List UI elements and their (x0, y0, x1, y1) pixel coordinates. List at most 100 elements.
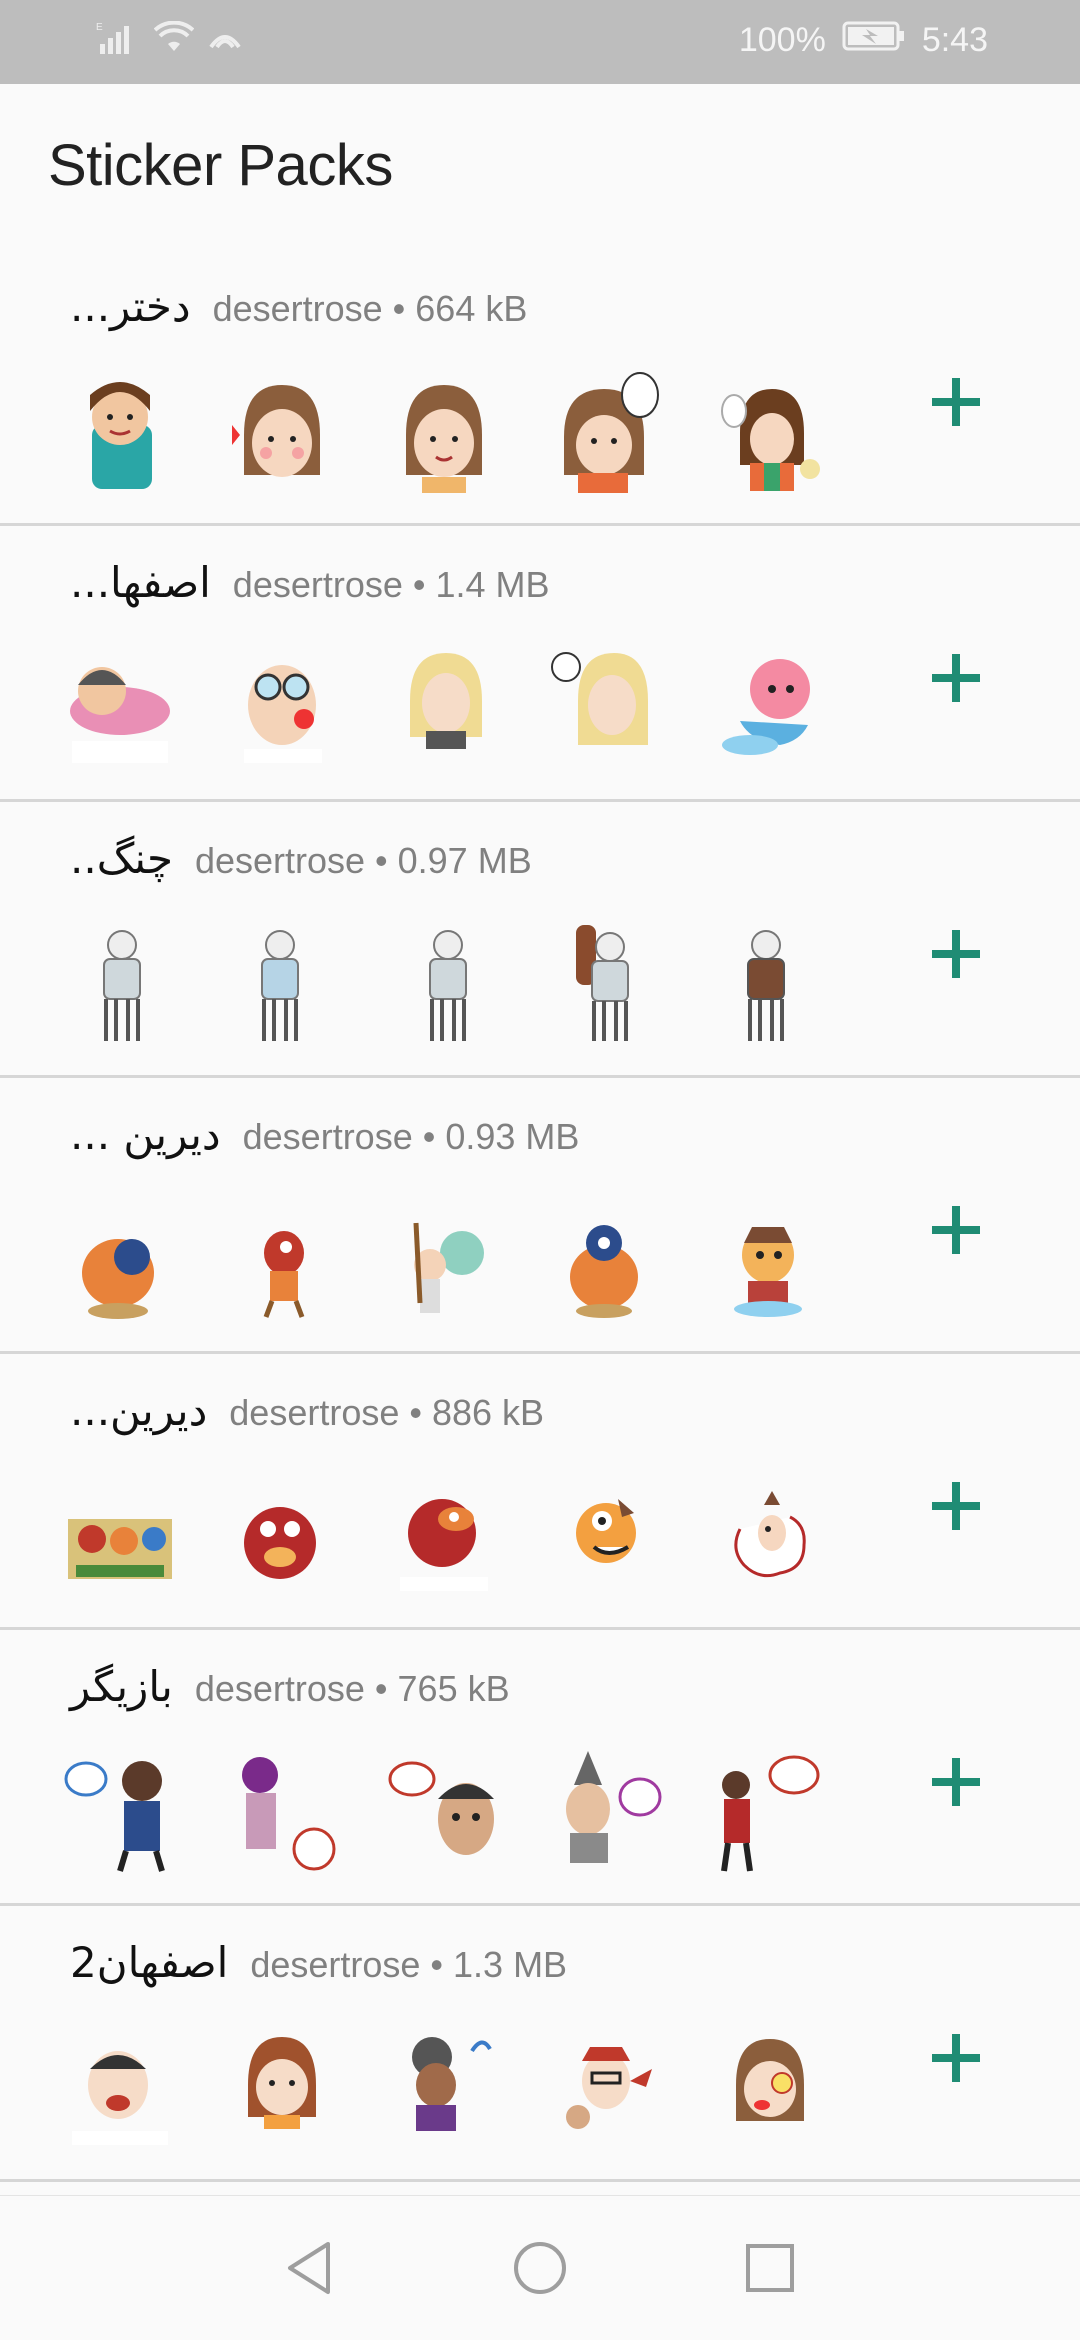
plus-icon (932, 1758, 980, 1806)
battery-icon (842, 20, 906, 61)
meta-separator: • (430, 1944, 444, 1985)
sticker-pack-row[interactable]: چنگ.. desertrose • 0.97 MB (0, 802, 1080, 1078)
sticker-thumbnail (386, 1745, 502, 1877)
pack-name: اصفهان2 (70, 1938, 229, 1987)
sticker-thumbnail (62, 1193, 178, 1325)
add-to-whatsapp-button[interactable] (924, 370, 988, 434)
sticker-thumbnail (224, 1469, 340, 1601)
sticker-thumbnail (224, 1193, 340, 1325)
sticker-thumbnail (710, 1193, 826, 1325)
add-to-whatsapp-button[interactable] (924, 922, 988, 986)
add-to-whatsapp-button[interactable] (924, 646, 988, 710)
sticker-pack-row[interactable]: دیرین ... desertrose • 0.93 MB (0, 1078, 1080, 1354)
meta-separator: • (412, 564, 426, 605)
sticker-thumbnail (224, 2021, 340, 2153)
pack-meta: desertrose • 886 kB (229, 1392, 544, 1434)
sticker-thumbnail (62, 641, 178, 773)
sticker-thumbnail (710, 1469, 826, 1601)
pack-header: دیرین ... desertrose • 0.93 MB (70, 1110, 579, 1159)
sticker-thumbnail (224, 1745, 340, 1877)
sticker-thumbnail (548, 2021, 664, 2153)
sticker-thumbnail (386, 641, 502, 773)
add-to-whatsapp-button[interactable] (924, 2026, 988, 2090)
sticker-thumbnail (62, 1745, 178, 1877)
system-nav-bar (0, 2195, 1080, 2340)
sticker-thumbnail (548, 1193, 664, 1325)
pack-size: 886 kB (431, 1392, 545, 1433)
plus-icon (932, 930, 980, 978)
sticker-thumbnail (224, 641, 340, 773)
pack-header: دیرین... desertrose • 886 kB (70, 1386, 544, 1435)
sticker-thumbnail (548, 917, 664, 1049)
pack-size: 1.4 MB (435, 564, 550, 605)
wifi-icon (153, 20, 195, 60)
pack-publisher: desertrose (194, 840, 366, 881)
sticker-preview-strip (62, 1469, 826, 1601)
pack-header: اصفها... desertrose • 1.4 MB (70, 558, 550, 607)
sticker-pack-list[interactable]: دختر... desertrose • 664 kB اصفها... des… (0, 250, 1080, 2182)
sticker-preview-strip (62, 1745, 826, 1877)
sticker-thumbnail (548, 1745, 664, 1877)
pack-size: 0.93 MB (445, 1116, 580, 1157)
status-bar: E 100% 5:43 (0, 0, 1080, 84)
pack-publisher: desertrose (194, 1668, 365, 1709)
pack-header: دختر... desertrose • 664 kB (70, 282, 527, 331)
battery-percent: 100% (738, 21, 826, 59)
sticker-thumbnail (710, 365, 826, 497)
add-to-whatsapp-button[interactable] (924, 1474, 988, 1538)
status-icons: E (96, 20, 242, 61)
sticker-thumbnail (224, 917, 340, 1049)
pack-size: 765 kB (397, 1668, 510, 1709)
pack-meta: desertrose • 0.93 MB (243, 1116, 580, 1158)
recents-button[interactable] (738, 2236, 802, 2300)
sticker-preview-strip (62, 641, 826, 773)
home-button[interactable] (508, 2236, 572, 2300)
plus-icon (932, 1206, 980, 1254)
sticker-thumbnail (386, 1469, 502, 1601)
pack-name: دختر... (70, 282, 191, 331)
sticker-thumbnail (710, 641, 826, 773)
pack-header: چنگ.. desertrose • 0.97 MB (70, 834, 532, 883)
add-to-whatsapp-button[interactable] (924, 1198, 988, 1262)
pack-publisher: desertrose (250, 1944, 421, 1985)
plus-icon (932, 378, 980, 426)
sticker-thumbnail (62, 1469, 178, 1601)
pack-publisher: desertrose (229, 1392, 400, 1433)
pack-size: 1.3 MB (453, 1944, 568, 1985)
pack-name: اصفها... (70, 558, 211, 607)
pack-name: چنگ.. (70, 834, 173, 883)
pack-name: دیرین ... (70, 1110, 221, 1159)
sticker-thumbnail (710, 917, 826, 1049)
sticker-thumbnail (62, 365, 178, 497)
sticker-pack-row[interactable]: دیرین... desertrose • 886 kB (0, 1354, 1080, 1630)
sticker-pack-row[interactable]: دختر... desertrose • 664 kB (0, 250, 1080, 526)
pack-size: 664 kB (415, 288, 528, 329)
pack-meta: desertrose • 664 kB (213, 288, 528, 330)
sticker-thumbnail (62, 917, 178, 1049)
meta-separator: • (374, 1668, 388, 1709)
sticker-pack-row[interactable]: بازیگر desertrose • 765 kB (0, 1630, 1080, 1906)
sticker-pack-row[interactable]: اصفهان2 desertrose • 1.3 MB (0, 1906, 1080, 2182)
sticker-thumbnail (710, 2021, 826, 2153)
sticker-thumbnail (62, 2021, 178, 2153)
pack-name: دیرین... (70, 1386, 208, 1435)
pack-header: اصفهان2 desertrose • 1.3 MB (70, 1938, 567, 1987)
back-triangle-icon (288, 2242, 330, 2294)
pack-publisher: desertrose (242, 1116, 413, 1157)
pack-meta: desertrose • 0.97 MB (195, 840, 532, 882)
add-to-whatsapp-button[interactable] (924, 1750, 988, 1814)
sticker-thumbnail (548, 641, 664, 773)
svg-text:E: E (96, 22, 103, 33)
sticker-pack-row[interactable]: اصفها... desertrose • 1.4 MB (0, 526, 1080, 802)
pack-meta: desertrose • 1.4 MB (233, 564, 550, 606)
back-button[interactable] (278, 2236, 342, 2300)
plus-icon (932, 2034, 980, 2082)
pack-publisher: desertrose (232, 564, 403, 605)
pack-name: بازیگر (70, 1662, 173, 1711)
sticker-thumbnail (548, 365, 664, 497)
sticker-thumbnail (710, 1745, 826, 1877)
sticker-preview-strip (62, 2021, 826, 2153)
meta-separator: • (409, 1392, 422, 1433)
sticker-thumbnail (548, 1469, 664, 1601)
meta-separator: • (375, 840, 388, 881)
